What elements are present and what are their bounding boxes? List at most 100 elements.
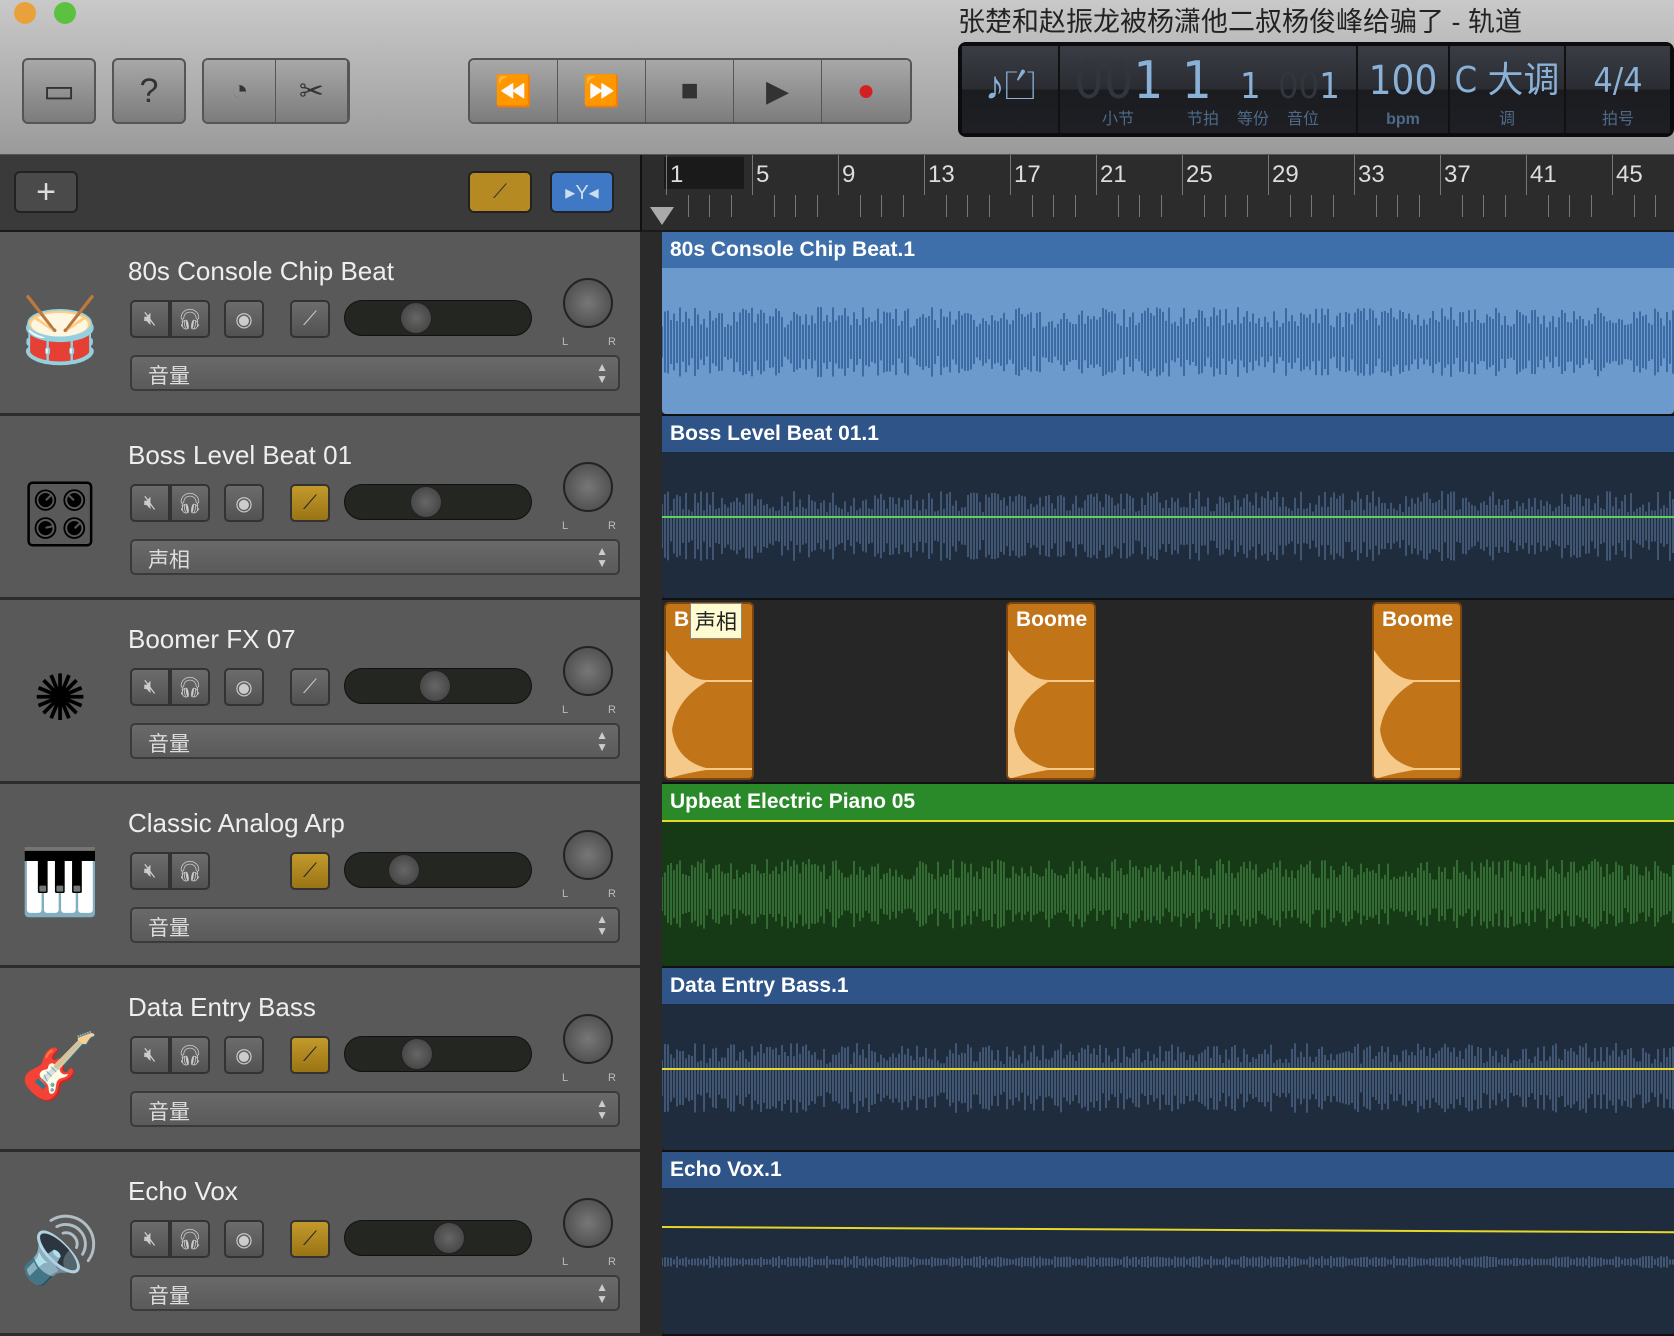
track-header[interactable]: 🎛 Boss Level Beat 01 🔇︎ 🎧︎ ◉ ⟋ L R 声相 ▲ ▼ <box>0 416 640 600</box>
timeline-ruler[interactable]: 1 5 9 13 17 21 25 29 33 37 41 45 <box>640 155 1674 232</box>
show-automation-button[interactable]: ⟋ <box>468 171 532 213</box>
automation-parameter-select[interactable]: 音量 ▲ ▼ <box>130 723 620 759</box>
play-button[interactable]: ▶ <box>734 60 822 122</box>
automation-parameter-select[interactable]: 音量 ▲ ▼ <box>130 1091 620 1127</box>
ruler-bar-number: 5 <box>756 161 769 189</box>
add-track-button[interactable]: + <box>14 171 78 213</box>
track-header[interactable]: 🔊 Echo Vox 🔇︎ 🎧︎ ◉ ⟋ L R 音量 ▲ ▼ <box>0 1152 640 1336</box>
help-button[interactable]: ? <box>112 58 186 124</box>
pan-knob[interactable] <box>563 1014 613 1064</box>
automation-line[interactable] <box>662 1068 1674 1070</box>
track-name[interactable]: Echo Vox <box>128 1176 238 1207</box>
track-lane[interactable]: B Boome Boome 声相 <box>662 600 1674 784</box>
track-name[interactable]: 80s Console Chip Beat <box>128 256 394 287</box>
track-name[interactable]: Data Entry Bass <box>128 992 316 1023</box>
mute-button[interactable]: 🔇︎ <box>130 1036 170 1074</box>
catch-playhead-button[interactable]: ▸Y◂ <box>550 171 614 213</box>
track-lane[interactable]: Data Entry Bass.1 <box>662 968 1674 1152</box>
automation-button[interactable]: ⟋ <box>290 300 330 338</box>
volume-slider-thumb[interactable] <box>388 854 420 886</box>
ruler-tick <box>1569 195 1570 217</box>
automation-button[interactable]: ⟋ <box>290 852 330 890</box>
track-lane[interactable]: 80s Console Chip Beat.1 <box>662 232 1674 416</box>
mute-button[interactable]: 🔇︎ <box>130 668 170 706</box>
stepper-icon: ▲ ▼ <box>596 1097 608 1121</box>
region-header[interactable]: Upbeat Electric Piano 05 <box>662 784 1674 820</box>
track-name[interactable]: Boomer FX 07 <box>128 624 296 655</box>
pan-knob[interactable] <box>563 278 613 328</box>
track-lane[interactable]: Upbeat Electric Piano 05 <box>662 784 1674 968</box>
automation-parameter-select[interactable]: 音量 ▲ ▼ <box>130 1275 620 1311</box>
pan-knob[interactable] <box>563 1198 613 1248</box>
region-header[interactable]: Data Entry Bass.1 <box>662 968 1674 1004</box>
mute-button[interactable]: 🔇︎ <box>130 1220 170 1258</box>
stop-button[interactable]: ■ <box>646 60 734 122</box>
solo-button[interactable]: 🎧︎ <box>170 300 210 338</box>
input-monitoring-button[interactable]: ◉ <box>224 1220 264 1258</box>
automation-line[interactable] <box>662 820 1674 822</box>
audio-region[interactable]: Boome <box>1372 602 1462 780</box>
input-monitoring-button[interactable]: ◉ <box>224 1036 264 1074</box>
audio-region[interactable]: Boome <box>1006 602 1096 780</box>
volume-slider-thumb[interactable] <box>419 670 451 702</box>
pan-knob[interactable] <box>563 830 613 880</box>
volume-slider[interactable] <box>344 852 532 888</box>
smart-controls-button[interactable]: ◔ <box>204 60 276 122</box>
automation-button[interactable]: ⟋ <box>290 1036 330 1074</box>
tempo-display[interactable]: 100 bpm <box>1358 46 1450 133</box>
automation-button[interactable]: ⟋ <box>290 484 330 522</box>
volume-slider[interactable] <box>344 668 532 704</box>
volume-slider-thumb[interactable] <box>410 486 442 518</box>
solo-button[interactable]: 🎧︎ <box>170 852 210 890</box>
key-display[interactable]: C 大调调 <box>1450 46 1566 133</box>
signature-display[interactable]: 4/4 拍号 <box>1566 46 1670 133</box>
mute-button[interactable]: 🔇︎ <box>130 852 170 890</box>
library-button[interactable]: ▭ <box>22 58 96 124</box>
zoom-window-button[interactable] <box>54 2 76 24</box>
automation-icon: ⟋ <box>303 676 317 699</box>
editors-button[interactable]: ✂ <box>276 60 348 122</box>
window-title: 张楚和赵振龙被杨潇他二叔杨俊峰给骗了 - 轨道 <box>958 0 1522 39</box>
mute-button[interactable]: 🔇︎ <box>130 300 170 338</box>
track-name[interactable]: Boss Level Beat 01 <box>128 440 352 471</box>
forward-button[interactable]: ⏩ <box>558 60 646 122</box>
region-header[interactable]: 80s Console Chip Beat.1 <box>662 232 1674 268</box>
automation-button[interactable]: ⟋ <box>290 668 330 706</box>
pan-knob[interactable] <box>563 462 613 512</box>
track-header[interactable]: 🎸 Data Entry Bass 🔇︎ 🎧︎ ◉ ⟋ L R 音量 ▲ ▼ <box>0 968 640 1152</box>
track-lane[interactable]: Echo Vox.1 <box>662 1152 1674 1336</box>
solo-button[interactable]: 🎧︎ <box>170 668 210 706</box>
solo-button[interactable]: 🎧︎ <box>170 1036 210 1074</box>
input-monitoring-button[interactable]: ◉ <box>224 300 264 338</box>
track-header[interactable]: ✺ Boomer FX 07 🔇︎ 🎧︎ ◉ ⟋ L R 音量 ▲ ▼ <box>0 600 640 784</box>
input-monitoring-button[interactable]: ◉ <box>224 668 264 706</box>
region-header[interactable]: Boss Level Beat 01.1 <box>662 416 1674 452</box>
region-header[interactable]: Echo Vox.1 <box>662 1152 1674 1188</box>
minimize-window-button[interactable] <box>14 2 36 24</box>
position-display[interactable]: 001 1 1 001 小节 节拍 等份 音位 <box>1060 46 1358 133</box>
solo-button[interactable]: 🎧︎ <box>170 484 210 522</box>
mute-button[interactable]: 🔇︎ <box>130 484 170 522</box>
volume-slider[interactable] <box>344 1220 532 1256</box>
solo-button[interactable]: 🎧︎ <box>170 1220 210 1258</box>
volume-slider-thumb[interactable] <box>401 1038 433 1070</box>
volume-slider[interactable] <box>344 484 532 520</box>
automation-parameter-select[interactable]: 音量 ▲ ▼ <box>130 355 620 391</box>
track-name[interactable]: Classic Analog Arp <box>128 808 345 839</box>
automation-line[interactable] <box>662 516 1674 518</box>
volume-slider[interactable] <box>344 1036 532 1072</box>
track-header[interactable]: 🎹 Classic Analog Arp 🔇︎ 🎧︎ ⟋ L R 音量 ▲ ▼ <box>0 784 640 968</box>
automation-parameter-select[interactable]: 声相 ▲ ▼ <box>130 539 620 575</box>
input-monitoring-button[interactable]: ◉ <box>224 484 264 522</box>
track-lane[interactable]: Boss Level Beat 01.1 <box>662 416 1674 600</box>
rewind-button[interactable]: ⏪ <box>470 60 558 122</box>
volume-slider[interactable] <box>344 300 532 336</box>
playhead-handle[interactable] <box>650 207 674 225</box>
automation-parameter-select[interactable]: 音量 ▲ ▼ <box>130 907 620 943</box>
track-header[interactable]: 🥁 80s Console Chip Beat 🔇︎ 🎧︎ ◉ ⟋ L R 音量… <box>0 232 640 416</box>
automation-button[interactable]: ⟋ <box>290 1220 330 1258</box>
volume-slider-thumb[interactable] <box>400 302 432 334</box>
pan-knob[interactable] <box>563 646 613 696</box>
volume-slider-thumb[interactable] <box>433 1222 465 1254</box>
ruler-tick <box>1225 195 1226 217</box>
